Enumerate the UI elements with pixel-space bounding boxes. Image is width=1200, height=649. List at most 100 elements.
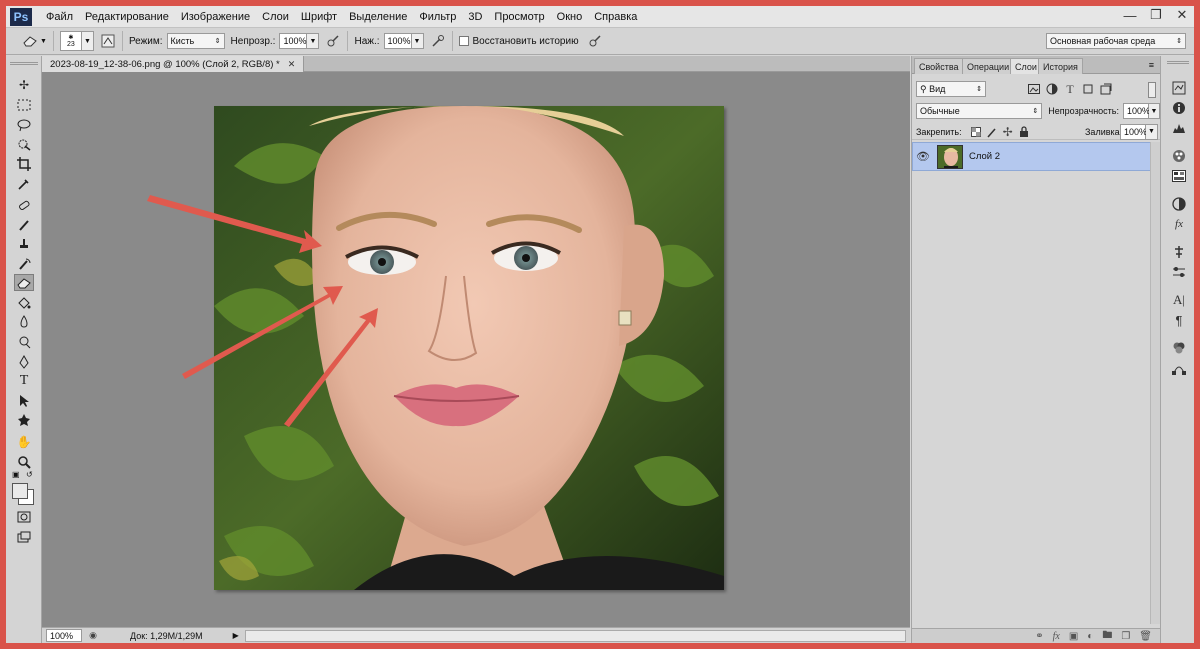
opacity-input[interactable]: 100% <box>279 33 308 49</box>
styles-panel-icon[interactable]: fx <box>1171 216 1187 232</box>
filter-shape-icon[interactable] <box>1080 81 1096 97</box>
menu-help[interactable]: Справка <box>588 11 643 23</box>
filter-toggle-switch[interactable] <box>1148 82 1156 98</box>
status-info-icon[interactable]: ◉ <box>86 629 100 642</box>
adjustments-panel-icon[interactable] <box>1171 196 1187 212</box>
quick-mask-icon[interactable] <box>14 508 34 525</box>
default-colors-icon[interactable]: ▣ <box>12 470 20 479</box>
lock-position-icon[interactable]: ✢ <box>1000 124 1016 140</box>
blur-tool-icon[interactable] <box>14 313 34 330</box>
airbrush-icon[interactable] <box>430 33 446 49</box>
info-panel-icon[interactable] <box>1171 100 1187 116</box>
channels-panel-icon[interactable] <box>1171 340 1187 356</box>
eraser-tool-preset-icon[interactable] <box>22 33 38 49</box>
eye-icon[interactable]: 👁 <box>913 150 933 163</box>
hand-tool-icon[interactable]: ✋ <box>14 433 34 450</box>
new-group-icon[interactable]: 🖿 <box>1102 628 1112 644</box>
zoom-tool-icon[interactable] <box>14 453 34 470</box>
paint-bucket-tool-icon[interactable] <box>14 294 34 311</box>
layer-style-icon[interactable]: fx <box>1053 631 1060 642</box>
eyedropper-tool-icon[interactable] <box>14 175 34 192</box>
clone-stamp-tool-icon[interactable] <box>14 235 34 252</box>
adjustment-layer-icon[interactable]: ◐ <box>1087 631 1093 642</box>
menu-type[interactable]: Шрифт <box>295 11 343 23</box>
delete-layer-icon[interactable]: 🗑 <box>1139 631 1152 642</box>
play-arrow-icon[interactable]: ▶ <box>233 631 239 640</box>
airbrush-pressure-icon[interactable] <box>325 33 341 49</box>
brush-presets-panel-icon[interactable] <box>1171 264 1187 280</box>
horizontal-scrollbar[interactable] <box>244 629 906 642</box>
mode-select[interactable]: Кисть ⇕ <box>166 33 225 49</box>
workspace-select[interactable]: Основная рабочая среда ⇕ <box>1046 33 1186 49</box>
restore-icon[interactable]: ❐ <box>1150 7 1162 22</box>
crop-tool-icon[interactable] <box>14 155 34 172</box>
filter-pixel-icon[interactable] <box>1026 81 1042 97</box>
swatches-panel-icon[interactable] <box>1171 168 1187 184</box>
dodge-tool-icon[interactable] <box>14 333 34 350</box>
menu-layers[interactable]: Слои <box>256 11 295 23</box>
paths-panel-icon[interactable] <box>1171 360 1187 376</box>
marquee-tool-icon[interactable] <box>14 96 34 113</box>
chevron-down-icon[interactable]: ▼ <box>40 38 47 45</box>
history-brush-tool-icon[interactable] <box>14 255 34 272</box>
layer-filter-select[interactable]: ⚲ Вид ⇕ <box>916 81 986 97</box>
menu-window[interactable]: Окно <box>551 11 589 23</box>
tool-presets-panel-icon[interactable] <box>1171 244 1187 260</box>
eraser-tool-icon[interactable] <box>14 274 34 291</box>
filter-adjustment-icon[interactable] <box>1044 81 1060 97</box>
filter-type-icon[interactable]: T <box>1062 81 1078 97</box>
lock-pixels-icon[interactable] <box>984 124 1000 140</box>
move-tool-icon[interactable]: ✢ <box>14 76 34 93</box>
close-tab-icon[interactable]: ✕ <box>288 59 296 70</box>
lasso-tool-icon[interactable] <box>14 116 34 133</box>
pressure-input[interactable]: 100% <box>383 33 412 49</box>
brush-panel-icon[interactable] <box>100 33 116 49</box>
zoom-input[interactable]: 100% <box>46 629 82 642</box>
histogram-panel-icon[interactable] <box>1171 120 1187 136</box>
brush-tool-icon[interactable] <box>14 216 34 233</box>
filter-smart-object-icon[interactable] <box>1098 81 1114 97</box>
lock-all-icon[interactable] <box>1016 124 1032 140</box>
minimize-icon[interactable]: — <box>1124 8 1137 23</box>
close-icon[interactable]: ✕ <box>1176 7 1188 22</box>
panel-menu-icon[interactable]: ≡ <box>1149 60 1154 70</box>
screen-mode-icon[interactable] <box>14 528 34 545</box>
document-tab[interactable]: 2023-08-19_12-38-06.png @ 100% (Слой 2, … <box>42 56 305 72</box>
restore-history-checkbox[interactable] <box>458 36 469 46</box>
type-tool-icon[interactable]: T <box>14 372 34 389</box>
paragraph-panel-icon[interactable]: ¶ <box>1171 312 1187 328</box>
foreground-color-swatch[interactable] <box>12 483 28 499</box>
menu-image[interactable]: Изображение <box>175 11 256 23</box>
layer-row[interactable]: 👁 Слой 2 <box>912 142 1154 171</box>
fill-dropdown-icon[interactable]: ▼ <box>1146 123 1158 140</box>
opacity-dropdown-icon[interactable]: ▼ <box>307 33 320 49</box>
pen-tool-icon[interactable] <box>14 353 34 370</box>
character-panel-icon[interactable]: A| <box>1171 292 1187 308</box>
menu-3d[interactable]: 3D <box>462 11 488 23</box>
quick-selection-tool-icon[interactable] <box>14 135 34 152</box>
path-selection-tool-icon[interactable] <box>14 392 34 409</box>
blend-mode-select[interactable]: Обычные ⇕ <box>916 103 1043 119</box>
menu-filter[interactable]: Фильтр <box>413 11 462 23</box>
healing-brush-tool-icon[interactable] <box>14 196 34 213</box>
menu-edit[interactable]: Редактирование <box>79 11 175 23</box>
swap-colors-icon[interactable]: ↺ <box>26 470 33 479</box>
link-layers-icon[interactable]: ⚭ <box>1035 631 1043 642</box>
tab-properties[interactable]: Свойства <box>914 58 964 74</box>
canvas-area[interactable] <box>42 72 910 627</box>
lock-transparent-icon[interactable] <box>968 124 984 140</box>
history-panel-icon[interactable] <box>1171 80 1187 96</box>
pressure-dropdown-icon[interactable]: ▼ <box>411 33 424 49</box>
custom-shape-tool-icon[interactable] <box>14 411 34 428</box>
menu-file[interactable]: Файл <box>40 11 79 23</box>
fill-input[interactable]: 100% <box>1120 123 1147 140</box>
menu-view[interactable]: Просмотр <box>488 11 550 23</box>
layer-opacity-dropdown-icon[interactable]: ▼ <box>1149 103 1160 119</box>
chevron-down-icon[interactable]: ▼ <box>81 31 94 51</box>
layer-name[interactable]: Слой 2 <box>969 151 1000 162</box>
menu-select[interactable]: Выделение <box>343 11 413 23</box>
add-mask-icon[interactable]: ▣ <box>1069 631 1078 642</box>
layers-scrollbar[interactable] <box>1150 142 1160 624</box>
tablet-pressure-icon[interactable] <box>587 33 603 49</box>
layer-opacity-input[interactable]: 100% <box>1123 103 1150 119</box>
